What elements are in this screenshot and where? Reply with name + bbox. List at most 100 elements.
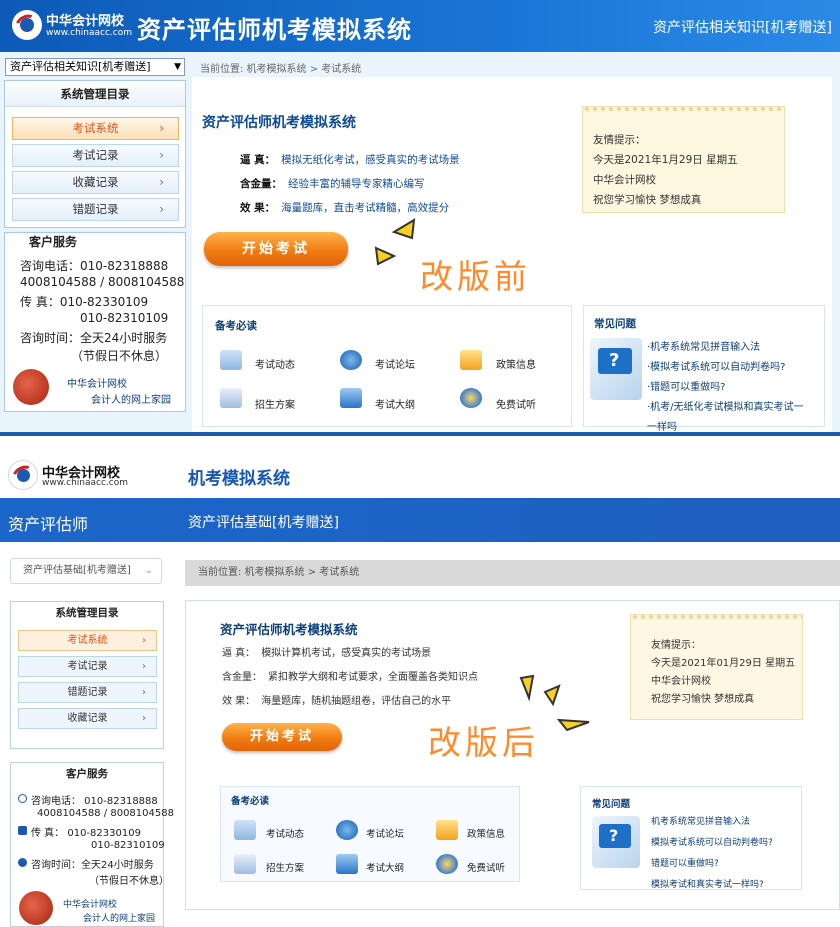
after-screenshot: 中华会计网校 www.chinaacc.com 机考模拟系统 资产评估师 资产评… [0,436,840,927]
faq-item-3[interactable]: 错题可以重做吗? [651,856,719,869]
service-title: 客户服务 [29,235,78,249]
annotation-before: 改版前 [420,257,531,296]
feature-realism: 逼 真： 模拟计算机考试，感受真实的考试场景 [222,648,432,659]
tip-title: 友情提示： [593,134,646,146]
prep-title: 备考必读 [215,320,257,332]
menu-item-favorites[interactable]: 收藏记录 › [12,171,179,194]
faq-item-4[interactable]: ·机考/无纸化考试模拟和真实考试一 [647,398,804,413]
main-title: 资产评估师机考模拟系统 [202,115,356,131]
fax-icon [18,826,27,835]
prep-policy[interactable]: 政策信息 [467,826,505,840]
service-phone: 咨询电话：010-82318888 [20,259,169,273]
brand-name: 中华会计网校 [46,14,125,29]
tip-wish: 祝您学习愉快 梦想成真 [593,194,702,206]
nav-exam-name: 资产评估师 [8,515,89,534]
phone-icon [18,794,27,803]
start-exam-button[interactable]: 开始考试 [204,232,348,266]
news-icon [220,350,242,370]
menu-item-exam-system[interactable]: 考试系统 › [18,630,157,651]
faq-item-4[interactable]: 模拟考试和真实考试一样吗? [651,877,764,890]
service-hours: 咨询时间：全天24小时服务 [20,331,168,345]
service-fax: 传 真：010-82330109 [20,295,149,309]
prep-syllabus[interactable]: 考试大纲 [375,396,415,411]
banner: 中华会计网校 www.chinaacc.com 资产评估师机考模拟系统 资产评估… [0,0,840,52]
start-exam-button[interactable]: 开始考试 [222,723,342,751]
question-icon: ? [592,816,640,868]
annotation-after: 改版后 [428,723,539,762]
before-screenshot: 中华会计网校 www.chinaacc.com 资产评估师机考模拟系统 资产评估… [0,0,840,432]
service-fax2: 010-82310109 [80,311,169,325]
chevron-down-icon: ▼ [174,62,181,72]
telephone-icon [19,891,53,925]
menu-title: 系统管理目录 [5,81,185,107]
main-title: 资产评估师机考模拟系统 [220,622,358,637]
faq-item-4-cont[interactable]: 一样吗 [647,418,677,432]
prep-trial[interactable]: 免费试听 [467,860,505,874]
prep-policy[interactable]: 政策信息 [496,356,536,371]
syllabus-icon [340,388,362,408]
service-holiday: （节假日不休息） [71,349,168,363]
service-holiday: （节假日不休息） [89,876,169,887]
policy-icon [460,350,482,370]
prep-enrollment[interactable]: 招生方案 [255,396,295,411]
subject-select[interactable]: 资产评估基础[机考赠送] ⌄ [10,558,162,584]
policy-icon [436,820,458,840]
question-icon: ? [590,338,642,400]
subject-select-value: 资产评估基础[机考赠送] [23,565,131,576]
tip-title: 友情提示： [651,640,701,651]
brand-url: www.chinaacc.com [42,478,128,488]
breadcrumb: 当前位置: 机考模拟系统 > 考试系统 [200,64,362,75]
attention-marks-icon [374,218,416,266]
enrollment-icon [234,854,256,874]
enrollment-icon [220,388,242,408]
subject-select[interactable]: 资产评估相关知识[机考赠送] ▼ [5,58,185,76]
brand-url: www.chinaacc.com [46,28,132,38]
tip-brand: 中华会计网校 [651,676,711,687]
nav-subject: 资产评估基础[机考赠送] [188,515,339,531]
menu-item-favorites[interactable]: 收藏记录 › [18,708,157,729]
prep-news[interactable]: 考试动态 [266,826,304,840]
menu-item-wrong-questions[interactable]: 错题记录 › [12,198,179,221]
nav-bar: 资产评估师 资产评估基础[机考赠送] [0,498,840,542]
syllabus-icon [336,854,358,874]
service-title: 客户服务 [66,768,108,780]
feature-value: 含金量： 经验丰富的辅导专家精心编写 [240,178,425,190]
menu-item-exam-records[interactable]: 考试记录 › [12,144,179,167]
menu-item-wrong-questions[interactable]: 错题记录 › [18,682,157,703]
current-subject: 资产评估相关知识[机考赠送] [653,20,832,36]
trial-icon [460,388,482,408]
customer-service: 客户服务 咨询电话：010-82318888 4008104588 / 8008… [4,232,186,412]
clock-icon [18,858,27,867]
prep-enrollment[interactable]: 招生方案 [266,860,304,874]
faq-item-2[interactable]: ·模拟考试系统可以自动判卷吗? [647,358,786,373]
header-title: 机考模拟系统 [188,469,290,489]
prep-forum[interactable]: 考试论坛 [375,356,415,371]
chevron-right-icon: › [142,661,146,672]
prep-news[interactable]: 考试动态 [255,356,295,371]
banner-title: 资产评估师机考模拟系统 [137,16,412,44]
tip-date: 今天是2021年1月29日 星期五 [593,154,738,166]
service-fax: 传 真： 010-82330109 [31,828,141,839]
faq-item-3[interactable]: ·错题可以重做吗? [647,378,726,393]
prep-trial[interactable]: 免费试听 [496,396,536,411]
chevron-right-icon: › [142,635,146,646]
prep-syllabus[interactable]: 考试大纲 [366,860,404,874]
chevron-right-icon: › [159,148,164,162]
news-icon [234,820,256,840]
faq-item-1[interactable]: ·机考系统常见拼音输入法 [647,338,760,353]
prep-forum[interactable]: 考试论坛 [366,826,404,840]
feature-effect: 效 果： 海量题库，随机抽题组卷，评估自己的水平 [222,696,452,707]
forum-icon [340,350,362,370]
menu-item-exam-system[interactable]: 考试系统 › [12,117,179,140]
service-hours: 咨询时间：全天24小时服务 [31,860,154,871]
header: 中华会计网校 www.chinaacc.com 机考模拟系统 [0,436,840,496]
chevron-right-icon: › [142,687,146,698]
faq-title: 常见问题 [594,318,636,330]
chevron-right-icon: › [159,202,164,216]
logo-icon [8,460,40,491]
menu-title: 系统管理目录 [55,607,119,619]
faq-item-2[interactable]: 模拟考试系统可以自动判卷吗? [651,835,773,848]
chevron-right-icon: › [142,713,146,724]
faq-item-1[interactable]: 机考系统常见拼音输入法 [651,814,750,827]
menu-item-exam-records[interactable]: 考试记录 › [18,656,157,677]
